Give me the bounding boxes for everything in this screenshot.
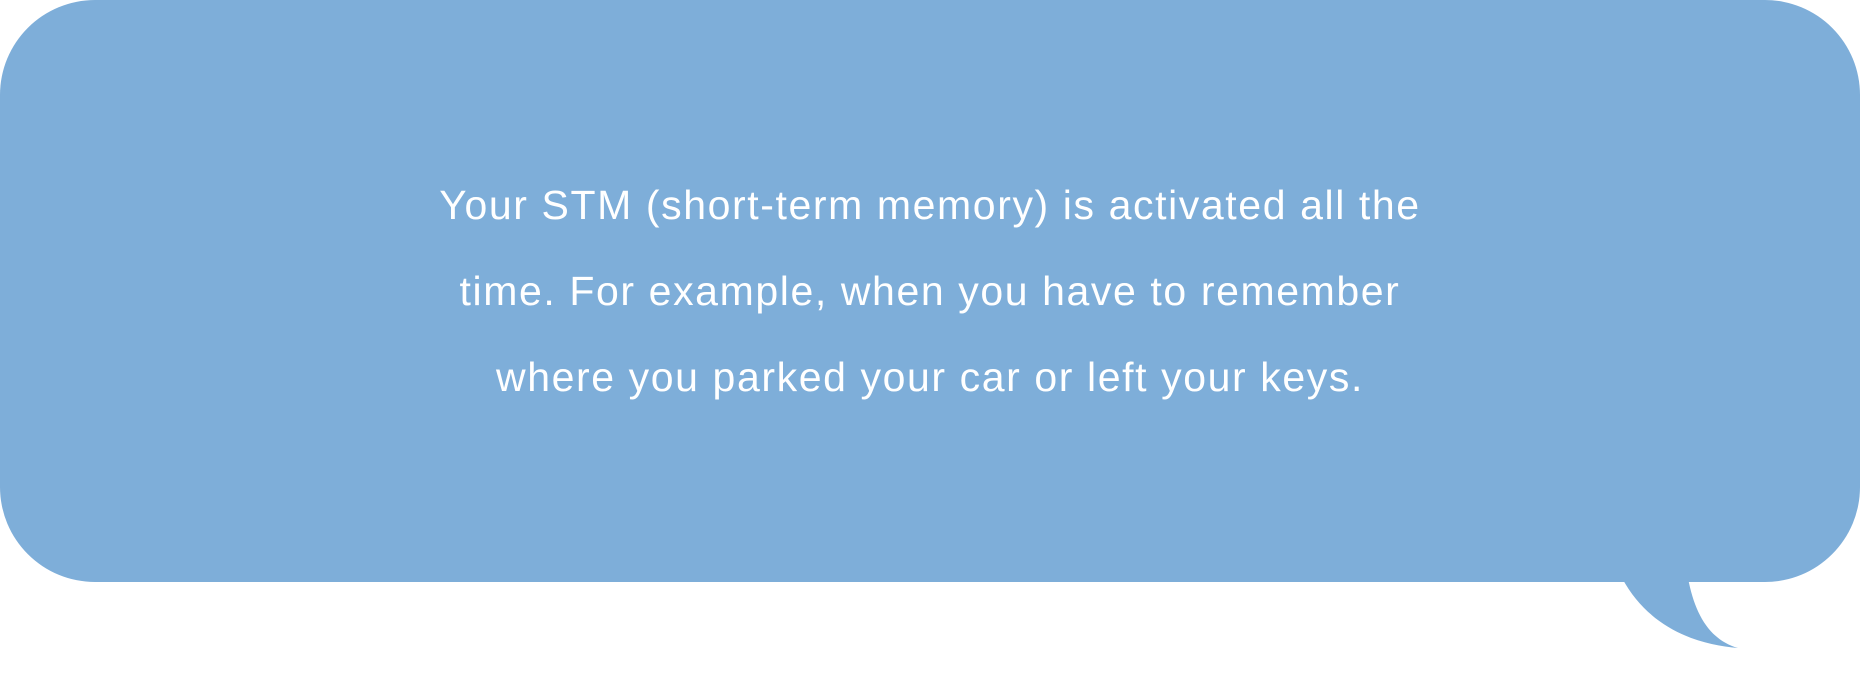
- bubble-text: Your STM (short-term memory) is activate…: [0, 0, 1860, 582]
- text-line: where you parked your car or left your k…: [496, 354, 1364, 400]
- text-line: Your STM (short-term memory) is activate…: [439, 182, 1421, 228]
- text-line: time. For example, when you have to reme…: [459, 268, 1401, 314]
